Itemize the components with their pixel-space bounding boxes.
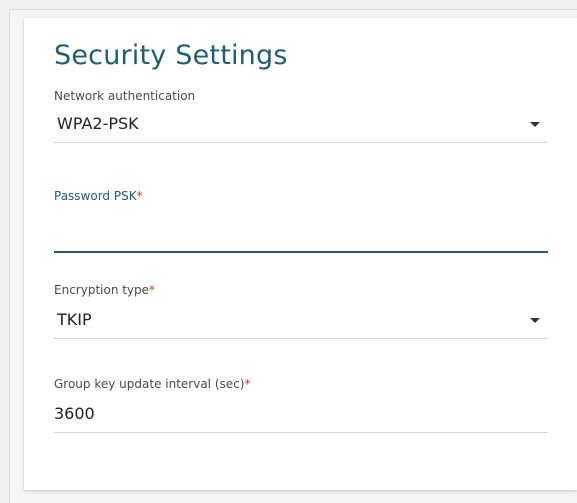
password-psk-label: Password PSK* bbox=[54, 189, 143, 203]
group-key-interval-label: Group key update interval (sec)* bbox=[54, 377, 251, 391]
encryption-type-value-row[interactable]: TKIP bbox=[54, 308, 548, 338]
group-key-interval-input-row[interactable]: 3600 bbox=[54, 402, 548, 432]
encryption-type-label: Encryption type* bbox=[54, 283, 156, 297]
password-psk-underline bbox=[54, 251, 548, 253]
network-auth-underline bbox=[54, 142, 548, 143]
required-asterisk: * bbox=[136, 189, 143, 203]
group-key-interval-field[interactable]: Group key update interval (sec)* 3600 bbox=[54, 376, 548, 433]
network-auth-label: Network authentication bbox=[54, 89, 196, 103]
security-settings-card: Security Settings Network authentication… bbox=[24, 18, 577, 490]
network-auth-select[interactable]: Network authentication WPA2-PSK bbox=[54, 88, 548, 143]
encryption-type-select[interactable]: Encryption type* TKIP bbox=[54, 282, 548, 339]
password-psk-input-row[interactable] bbox=[54, 221, 548, 251]
section-title: Security Settings bbox=[54, 40, 288, 71]
password-psk-input[interactable] bbox=[54, 221, 548, 251]
encryption-type-underline bbox=[54, 338, 548, 339]
required-asterisk: * bbox=[244, 377, 251, 391]
network-auth-value-row[interactable]: WPA2-PSK bbox=[54, 112, 548, 142]
group-key-interval-input[interactable]: 3600 bbox=[54, 402, 548, 426]
network-auth-value: WPA2-PSK bbox=[57, 114, 139, 133]
encryption-type-value: TKIP bbox=[57, 310, 92, 329]
chevron-down-icon[interactable] bbox=[530, 122, 540, 127]
required-asterisk: * bbox=[149, 283, 156, 297]
password-psk-field[interactable]: Password PSK* bbox=[54, 188, 548, 253]
group-key-interval-underline bbox=[54, 432, 548, 433]
chevron-down-icon[interactable] bbox=[530, 318, 540, 323]
